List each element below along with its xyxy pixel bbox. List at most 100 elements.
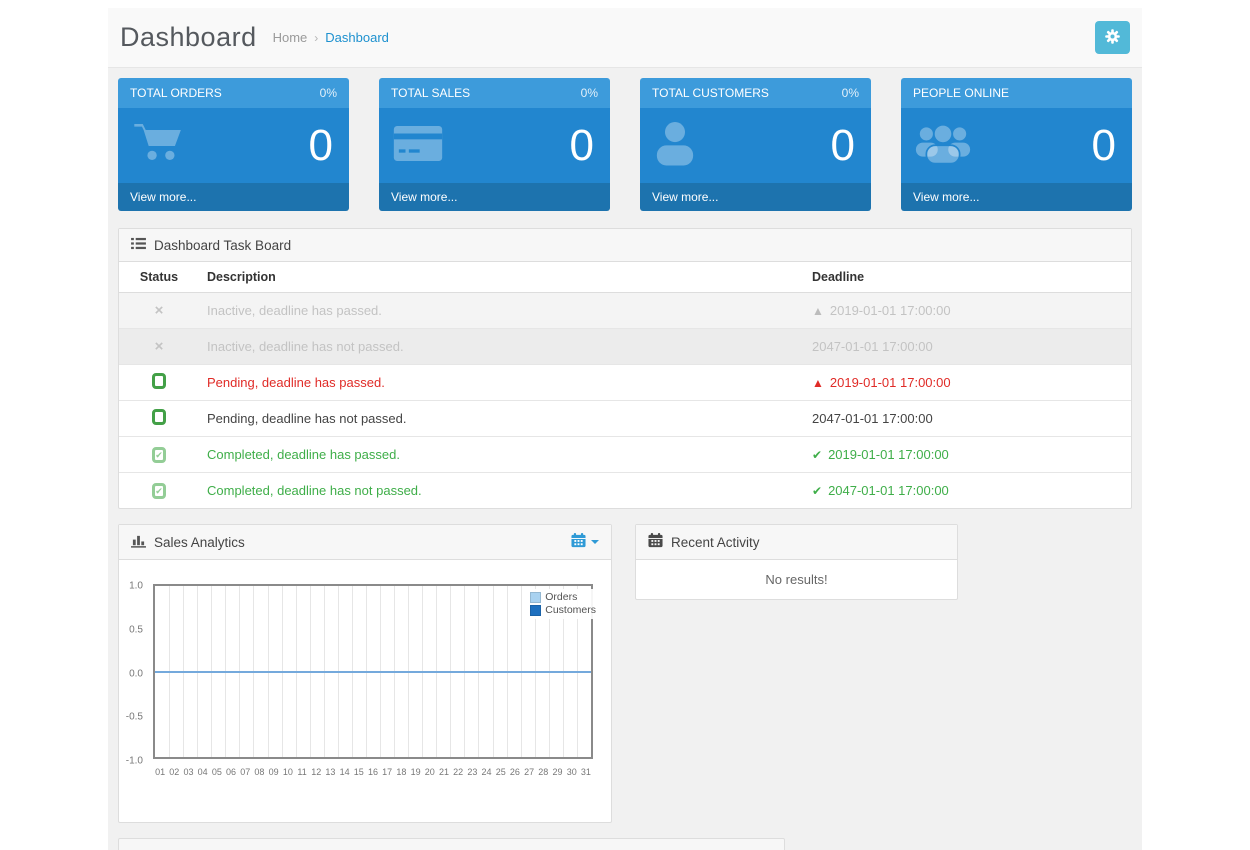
column-header-description: Description <box>199 262 804 293</box>
task-row: ✔ Completed, deadline has passed. ✔ 2019-… <box>119 435 1131 472</box>
deadline-text: 2047-01-01 17:00:00 <box>812 410 933 426</box>
deadline-text: 2019-01-01 17:00:00 <box>829 374 951 390</box>
sales-chart-xaxis: 01 02 03 04 05 06 07 08 09 10 11 12 13 14 15 16 17 18 19 20… <box>153 763 593 777</box>
x-tick-label: 07 <box>240 767 251 777</box>
legend-label: Customers <box>545 604 596 616</box>
task-board-panel: Dashboard Task Board Status Description … <box>118 228 1132 509</box>
charts-row: Sales Analytics 1.0 0.5 0.0 -0.5 -1.0 Or… <box>118 524 1132 823</box>
legend-entry: Customers <box>530 604 596 617</box>
recent-activity-panel: Recent Activity No results! <box>635 524 958 600</box>
times-icon: × <box>154 301 164 319</box>
sales-chart-plot: Orders Customers <box>153 584 600 759</box>
user-icon <box>654 120 696 171</box>
deadline-text: 2047-01-01 17:00:00 <box>828 482 949 498</box>
stat-tiles: TOTAL ORDERS 0% 0 View more... TOTAL SAL… <box>118 78 1132 211</box>
x-tick-label: 28 <box>538 767 549 777</box>
y-tick-label: 1.0 <box>129 580 143 592</box>
task-deadline: ▲ 2019-01-01 17:00:00 <box>804 363 1131 400</box>
warning-icon: ▲ <box>812 303 824 318</box>
calendar-icon <box>571 533 586 551</box>
y-tick-label: -0.5 <box>125 711 143 723</box>
check-square-icon: ✔ <box>152 482 166 499</box>
breadcrumb-home-link[interactable]: Home <box>273 30 308 45</box>
app-container: Dashboard Home › Dashboard TOTAL ORDERS … <box>108 8 1142 850</box>
shopping-cart-icon <box>132 121 184 170</box>
x-tick-label: 25 <box>495 767 506 777</box>
task-row: Pending, deadline has passed. ▲ 2019-01-0… <box>119 363 1131 400</box>
legend-swatch <box>530 605 542 616</box>
x-tick-label: 20 <box>424 767 435 777</box>
check-icon: ✔ <box>812 447 823 462</box>
task-description: Pending, deadline has passed. <box>199 363 804 400</box>
x-tick-label: 24 <box>481 767 492 777</box>
page-title: Dashboard <box>120 22 257 52</box>
bar-chart-icon <box>131 534 146 551</box>
recent-activity-empty-message: No results! <box>765 572 828 587</box>
dashboard-page: Dashboard Home › Dashboard TOTAL ORDERS … <box>0 0 1250 850</box>
x-tick-label: 31 <box>580 767 591 777</box>
task-deadline: ▲ 2019-01-01 17:00:00 <box>804 292 1131 328</box>
deadline-text: 2019-01-01 17:00:00 <box>828 446 949 462</box>
legend-label: Orders <box>545 591 578 603</box>
chart-range-dropdown-button[interactable] <box>571 533 599 551</box>
tile-total-orders: TOTAL ORDERS 0% 0 View more... <box>118 78 349 211</box>
y-tick-label: 0.0 <box>129 668 143 679</box>
sales-analytics-panel: Sales Analytics 1.0 0.5 0.0 -0.5 -1.0 Or… <box>118 524 612 823</box>
tile-percent: 0% <box>841 86 859 100</box>
x-tick-label: 02 <box>169 767 180 777</box>
view-more-link[interactable]: View more... <box>901 183 1132 211</box>
task-description: Inactive, deadline has not passed. <box>199 327 804 364</box>
x-tick-label: 17 <box>382 767 393 777</box>
x-tick-label: 26 <box>509 767 520 777</box>
recent-activity-title: Recent Activity <box>671 534 760 550</box>
view-more-link[interactable]: View more... <box>379 183 610 211</box>
task-row: × Inactive, deadline has not passed. 204… <box>119 327 1131 364</box>
x-tick-label: 11 <box>297 767 307 777</box>
sales-chart: 1.0 0.5 0.0 -0.5 -1.0 Orders Customers 01 02 03… <box>119 560 611 822</box>
column-header-status: Status <box>119 262 199 293</box>
x-tick-label: 01 <box>155 767 166 777</box>
task-row: Pending, deadline has not passed. 2047-0… <box>119 399 1131 436</box>
x-tick-label: 12 <box>311 767 322 777</box>
x-tick-label: 05 <box>211 767 222 777</box>
tile-value: 0 <box>308 120 333 170</box>
x-tick-label: 06 <box>226 767 237 777</box>
x-tick-label: 16 <box>367 767 379 777</box>
times-icon: × <box>154 337 164 355</box>
task-row: × Inactive, deadline has passed. ▲ 2019-0… <box>119 292 1131 328</box>
x-tick-label: 13 <box>325 767 336 777</box>
sales-analytics-title: Sales Analytics <box>154 534 245 550</box>
breadcrumb-current-link[interactable]: Dashboard <box>325 30 389 45</box>
x-tick-label: 23 <box>467 767 478 777</box>
x-tick-label: 29 <box>552 767 563 777</box>
view-more-link[interactable]: View more... <box>640 183 871 211</box>
tile-percent: 0% <box>580 86 598 100</box>
task-description: Completed, deadline has not passed. <box>199 471 804 508</box>
settings-button[interactable] <box>1095 21 1130 54</box>
list-icon <box>131 237 146 253</box>
task-description: Inactive, deadline has passed. <box>207 302 382 318</box>
y-tick-label: 0.5 <box>129 624 143 636</box>
tile-value: 0 <box>830 120 855 170</box>
task-deadline: ✔ 2047-01-01 17:00:00 <box>804 471 1131 508</box>
task-deadline: ✔ 2019-01-01 17:00:00 <box>804 435 1131 472</box>
task-deadline: 2047-01-01 17:00:00 <box>804 327 1131 364</box>
gear-icon <box>1105 28 1120 47</box>
deadline-text: 2047-01-01 17:00:00 <box>812 338 933 354</box>
tile-total-sales: TOTAL SALES 0% 0 View more... <box>379 78 610 211</box>
legend-entry: Orders <box>530 591 596 604</box>
tile-label: TOTAL SALES <box>391 86 471 100</box>
view-more-link[interactable]: View more... <box>118 183 349 211</box>
x-tick-label: 14 <box>339 767 350 777</box>
check-icon: ✔ <box>812 483 823 498</box>
x-tick-label: 27 <box>524 767 535 777</box>
x-tick-label: 30 <box>566 767 577 777</box>
square-outline-icon <box>152 408 166 425</box>
task-row: ✔ Completed, deadline has not passed. ✔ 2… <box>119 471 1131 508</box>
task-description: Pending, deadline has not passed. <box>199 399 804 436</box>
tile-value: 0 <box>569 120 594 170</box>
y-tick-label: -1.0 <box>125 755 143 767</box>
credit-card-icon <box>393 123 443 168</box>
users-icon <box>915 121 971 170</box>
tile-label: TOTAL ORDERS <box>130 86 222 100</box>
